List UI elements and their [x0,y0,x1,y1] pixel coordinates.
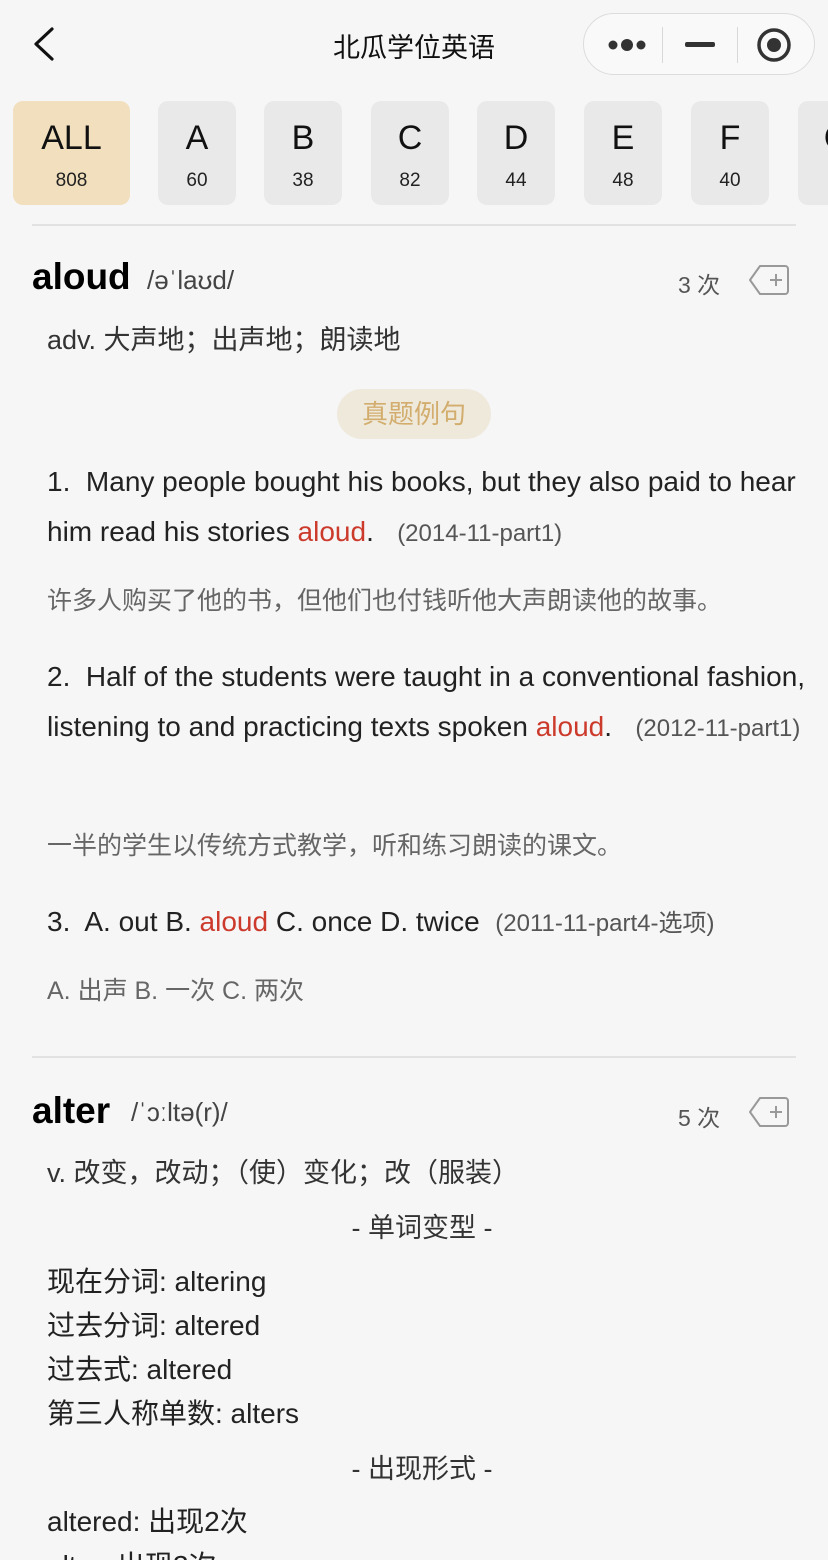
variant-item: 过去分词: altered [47,1310,261,1341]
entry-divider [32,1056,796,1058]
minimize-icon [685,42,715,47]
add-word-button[interactable] [748,264,790,296]
tab-count: 38 [292,170,314,191]
example-translation: 一半的学生以传统方式教学，听和练习朗读的课文。 [47,832,623,860]
occurrence-count: 5 次 [678,1105,721,1131]
example-sentence: 1. Many people bought his books, but the… [47,457,807,559]
word-phonetic: /əˈlaʊd/ [147,265,235,295]
add-tag-icon [749,1097,789,1127]
occurrence-count: 3 次 [678,272,721,298]
close-button[interactable] [736,14,812,76]
tab-a[interactable]: A 60 [158,101,236,205]
more-dots-icon [608,39,646,51]
tab-letter: ALL [41,119,102,157]
tab-letter: A [185,119,209,157]
tab-c[interactable]: C 82 [371,101,449,205]
example-translation: A. 出声 B. 一次 C. 两次 [47,977,304,1005]
tab-g[interactable]: G 2 [798,101,828,205]
tab-count: 48 [612,170,634,191]
tab-letter: C [397,119,423,157]
example-source: (2012-11-part1) [635,715,801,742]
word-definition: adv. 大声地；出声地；朗读地 [47,325,401,355]
section-divider [32,224,796,226]
tab-letter: B [291,119,315,157]
example-number: 1. [47,466,71,497]
tab-count: 60 [186,170,208,191]
example-source: (2011-11-part4-选项) [495,910,715,937]
example-number: 2. [47,661,71,692]
example-translation: 许多人购买了他的书，但他们也付钱听他大声朗读他的故事。 [47,587,723,615]
tab-count: 40 [719,170,741,191]
example-highlight: aloud [535,711,605,742]
example-text-end: . [366,516,374,547]
minimize-button[interactable] [662,14,738,76]
tab-count: 2 [798,170,828,192]
tab-count: 808 [55,170,88,191]
tab-letter: F [719,119,741,157]
tab-b[interactable]: B 38 [264,101,342,205]
record-target-icon [757,28,791,62]
word-headword: aloud [32,256,131,297]
more-button[interactable] [589,14,665,76]
tab-d[interactable]: D 44 [477,101,555,205]
variants-heading: - 单词变型 - [351,1213,493,1243]
exam-examples-label: 真题例句 [337,389,491,439]
example-source: (2014-11-part1) [397,520,563,547]
nav-bar: 北瓜学位英语 [0,0,828,90]
forms-heading: - 出现形式 - [351,1454,493,1484]
tab-f[interactable]: F 40 [691,101,769,205]
letter-tabs: ALL 808 A 60 B 38 C 82 D 44 E 48 F 40 G … [0,101,828,207]
example-highlight: aloud [199,906,269,937]
variant-item: 现在分词: altering [47,1266,267,1297]
word-headword: alter [32,1090,111,1131]
tab-e[interactable]: E 48 [584,101,662,205]
word-definition: v. 改变，改动；（使）变化；改（服装） [47,1158,519,1188]
form-item: alter: 出现3次 [47,1544,217,1560]
example-sentence: 3. A. out B. aloud C. once D. twice (201… [47,897,828,949]
word-phonetic: /ˈɔːltə(r)/ [131,1097,228,1127]
variant-item: 第三人称单数: alters [47,1398,300,1429]
example-text: A. out B. [84,906,200,937]
mini-program-capsule [583,13,815,75]
tab-letter: E [611,119,635,157]
add-word-button[interactable] [748,1096,790,1128]
tab-letter: D [503,119,529,157]
example-text-end: C. once D. twice [268,906,480,937]
tab-letter: G [798,119,828,157]
tab-all[interactable]: ALL 808 [13,101,130,205]
example-highlight: aloud [297,516,367,547]
example-sentence: 2. Half of the students were taught in a… [47,652,807,754]
example-number: 3. [47,906,71,937]
variant-item: 过去式: altered [47,1354,233,1385]
tab-count: 44 [505,170,527,191]
add-tag-icon [749,265,789,295]
tab-count: 82 [399,170,421,191]
example-text-end: . [604,711,613,742]
form-item: altered: 出现2次 [47,1506,248,1537]
